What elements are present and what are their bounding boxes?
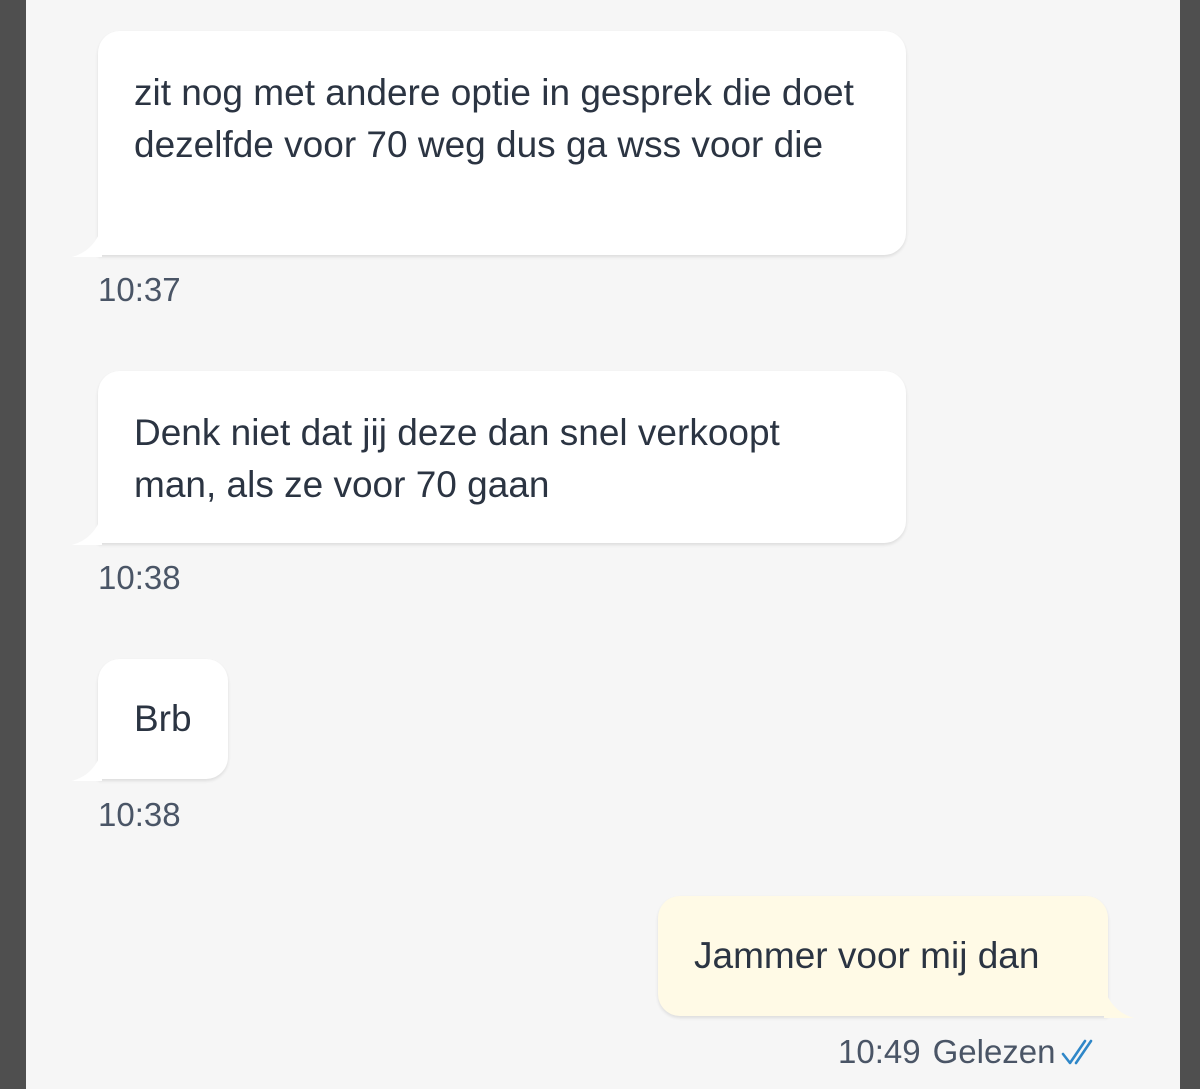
bubble-tail	[72, 227, 102, 257]
bubble-tail	[1104, 988, 1134, 1018]
message-text: Brb	[134, 698, 192, 739]
double-check-icon	[1061, 1039, 1092, 1065]
message-text: Denk niet dat jij deze dan snel verkoopt…	[134, 412, 780, 505]
message-bubble-incoming[interactable]: zit nog met andere optie in gesprek die …	[72, 31, 906, 257]
message-status-row: 10:49 Gelezen	[838, 1032, 1100, 1072]
message-timestamp: 10:49	[838, 1033, 921, 1070]
bubble-tail	[72, 751, 102, 781]
message-timestamp: 10:37	[98, 271, 181, 308]
message-timestamp: 10:38	[98, 796, 181, 833]
bubble-tail	[72, 515, 102, 545]
message-text: zit nog met andere optie in gesprek die …	[134, 72, 854, 165]
read-status-label: Gelezen	[932, 1033, 1056, 1070]
message-bubble-incoming[interactable]: Brb	[72, 659, 228, 781]
message-bubble-incoming[interactable]: Denk niet dat jij deze dan snel verkoopt…	[72, 371, 906, 545]
message-bubble-outgoing[interactable]: Jammer voor mij dan	[658, 896, 1134, 1018]
message-timestamp: 10:38	[98, 559, 181, 596]
message-text: Jammer voor mij dan	[694, 935, 1040, 976]
chat-panel: zit nog met andere optie in gesprek die …	[26, 0, 1180, 1089]
